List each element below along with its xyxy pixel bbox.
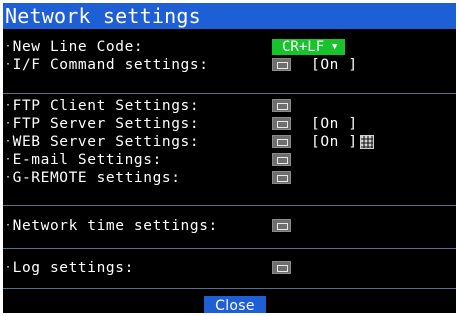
bullet: · (5, 41, 12, 52)
row-label: ·Network time settings: (5, 217, 218, 235)
row-label: ·G-REMOTE settings: (5, 169, 181, 187)
bullet: · (5, 100, 12, 111)
chevron-down-icon: ▼ (332, 42, 338, 52)
row-label: ·FTP Server Settings: (5, 115, 199, 133)
bullet: · (5, 262, 12, 273)
row-label: ·E-mail Settings: (5, 151, 162, 169)
log-settings-label: Log settings: (12, 260, 134, 276)
row-label: ·WEB Server Settings: (5, 133, 199, 151)
row-network-time-settings: ·Network time settings: (3, 217, 456, 235)
row-label: ·I/F Command settings: (5, 56, 209, 74)
divider (3, 205, 456, 206)
email-settings-label: E-mail Settings: (12, 152, 162, 168)
bullet: · (5, 172, 12, 183)
if-command-settings-label: I/F Command settings: (12, 57, 209, 73)
bullet: · (5, 59, 12, 70)
log-settings-keyboard-icon[interactable] (272, 261, 291, 274)
bullet: · (5, 154, 12, 165)
row-log-settings: ·Log settings: (3, 259, 456, 277)
web-server-status: [On ] (311, 134, 358, 150)
row-new-line-code: ·New Line Code: CR+LF ▼ (3, 38, 456, 56)
row-email-settings: ·E-mail Settings: (3, 151, 456, 169)
g-remote-settings-keyboard-icon[interactable] (272, 171, 291, 184)
divider (3, 93, 456, 94)
web-server-settings-keyboard-icon[interactable] (272, 135, 291, 148)
close-button[interactable]: Close (204, 296, 266, 313)
row-web-server-settings: ·WEB Server Settings: [On ] (3, 133, 456, 151)
network-time-settings-label: Network time settings: (12, 218, 218, 234)
bullet: · (5, 136, 12, 147)
divider (3, 288, 456, 289)
bullet: · (5, 220, 12, 231)
row-label: ·New Line Code: (5, 38, 143, 56)
new-line-code-value: CR+LF (282, 39, 325, 55)
web-server-settings-label: WEB Server Settings: (12, 134, 200, 150)
ftp-server-settings-label: FTP Server Settings: (12, 116, 200, 132)
bullet: · (5, 118, 12, 129)
page-title: Network settings (5, 4, 201, 28)
row-ftp-client-settings: ·FTP Client Settings: (3, 97, 456, 115)
if-command-status: [On ] (311, 57, 358, 73)
email-settings-keyboard-icon[interactable] (272, 153, 291, 166)
title-bar: Network settings (3, 3, 456, 29)
ftp-server-status: [On ] (311, 116, 358, 132)
row-if-command-settings: ·I/F Command settings: [On ] (3, 56, 456, 74)
row-label: ·FTP Client Settings: (5, 97, 199, 115)
new-line-code-label: New Line Code: (12, 39, 144, 55)
row-label: ·Log settings: (5, 259, 134, 277)
g-remote-settings-label: G-REMOTE settings: (12, 170, 181, 186)
ftp-client-settings-label: FTP Client Settings: (12, 98, 200, 114)
if-command-settings-keyboard-icon[interactable] (272, 58, 291, 71)
new-line-code-select[interactable]: CR+LF ▼ (272, 39, 345, 55)
qr-code-icon[interactable] (360, 135, 374, 149)
network-settings-screen: Network settings ·New Line Code: CR+LF ▼… (0, 0, 459, 316)
row-g-remote-settings: ·G-REMOTE settings: (3, 169, 456, 187)
network-time-settings-keyboard-icon[interactable] (272, 219, 291, 232)
row-ftp-server-settings: ·FTP Server Settings: [On ] (3, 115, 456, 133)
ftp-server-settings-keyboard-icon[interactable] (272, 117, 291, 130)
divider (3, 248, 456, 249)
ftp-client-settings-keyboard-icon[interactable] (272, 99, 291, 112)
